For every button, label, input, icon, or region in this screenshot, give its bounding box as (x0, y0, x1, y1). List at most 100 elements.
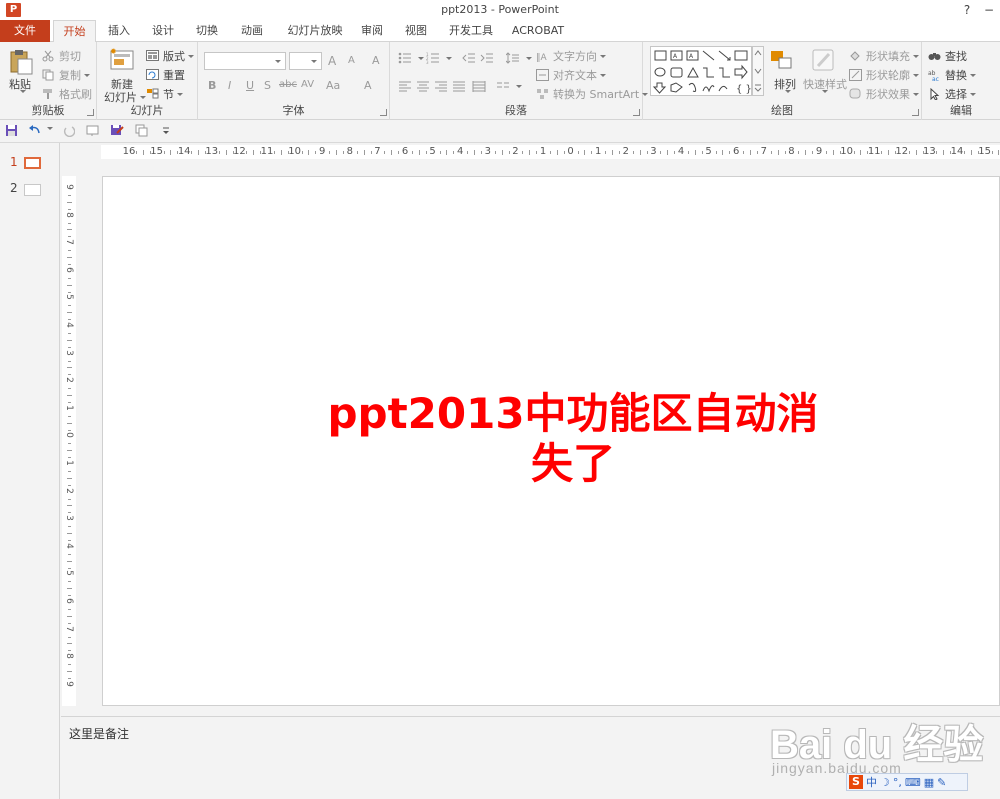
paintbrush-icon (42, 88, 56, 100)
shapes-gallery-scroll[interactable] (752, 46, 764, 96)
align-text-button[interactable]: 对齐文本 (536, 67, 606, 83)
arrange-dropdown[interactable] (782, 90, 791, 93)
columns-button[interactable] (496, 80, 522, 92)
tab-view[interactable]: 视图 (398, 20, 434, 42)
binoculars-icon (928, 50, 942, 62)
tab-home[interactable]: 开始 (53, 20, 96, 43)
shapes-gallery[interactable]: A A { } (650, 46, 752, 96)
ime-mode[interactable]: 中 (866, 774, 877, 790)
keyboard-icon[interactable]: ⌨ (905, 776, 921, 789)
tab-insert[interactable]: 插入 (100, 20, 138, 42)
tab-design[interactable]: 设计 (144, 20, 182, 42)
tab-slideshow[interactable]: 幻灯片放映 (280, 20, 350, 42)
grow-font-button[interactable]: A (328, 54, 336, 68)
punctuation-icon[interactable]: °, (893, 776, 902, 789)
align-center-icon (416, 80, 430, 92)
tab-acrobat[interactable]: ACROBAT (506, 20, 570, 42)
justify-button[interactable] (452, 80, 469, 92)
distribute-button[interactable] (472, 80, 489, 92)
slide-title-textbox[interactable]: ppt2013中功能区自动消 失了 (293, 389, 853, 489)
select-button[interactable]: 选择 (928, 86, 976, 102)
font-name-combo[interactable] (204, 52, 286, 70)
numbering-button[interactable]: 123 (426, 52, 452, 65)
thumbnail-slide-2[interactable] (24, 184, 41, 196)
format-painter-button[interactable]: 格式刷 (42, 86, 92, 102)
shape-effects-button[interactable]: 形状效果 (849, 86, 919, 102)
strikethrough-button[interactable]: abc (279, 79, 297, 90)
underline-button[interactable]: U (246, 79, 254, 92)
italic-button[interactable]: I (228, 79, 231, 92)
slideshow-from-start-icon[interactable] (86, 124, 100, 140)
copy-slide-icon[interactable] (135, 124, 149, 140)
clear-format-button[interactable]: A (372, 54, 380, 67)
tab-review[interactable]: 审阅 (354, 20, 390, 42)
skin-icon[interactable]: ▦ (924, 776, 934, 789)
replace-button[interactable]: ab ac 替换 (928, 67, 976, 83)
drawing-launcher-icon[interactable] (912, 109, 919, 116)
moon-icon[interactable]: ☽ (880, 776, 890, 789)
svg-text:A: A (673, 53, 678, 60)
slide-canvas[interactable]: ppt2013中功能区自动消 失了 (102, 176, 1000, 706)
layout-button[interactable]: 版式 (146, 48, 194, 64)
hruler-number: 0 (567, 146, 574, 157)
undo-icon[interactable] (28, 124, 41, 140)
effects-icon (849, 88, 863, 100)
tab-transitions[interactable]: 切换 (188, 20, 226, 42)
minimize-button[interactable]: − (978, 3, 1000, 17)
paragraph-launcher-icon[interactable] (633, 109, 640, 116)
copy-button[interactable]: 复制 (42, 67, 90, 83)
tab-file[interactable]: 文件 (0, 20, 50, 42)
vruler-number: 7 (64, 239, 74, 246)
arrange-icon (770, 50, 794, 72)
line-spacing-button[interactable] (505, 52, 532, 64)
change-case-button[interactable]: Aa (326, 79, 340, 92)
vertical-ruler[interactable]: 9 8 7 6 5 4 3 2 1 0 1 2 3 4 5 6 7 8 9 (62, 176, 76, 706)
font-group: A A A B I U S abc AV Aa A 字体 (198, 42, 390, 120)
customize-qat-icon[interactable] (162, 124, 170, 140)
increase-indent-button[interactable] (480, 52, 497, 64)
vruler-tick (67, 478, 72, 479)
thumbnail-slide-1[interactable] (24, 157, 41, 169)
shape-fill-button[interactable]: 形状填充 (849, 48, 919, 64)
align-left-button[interactable] (398, 80, 415, 92)
line-spacing-icon (505, 52, 520, 64)
svg-text:A: A (689, 53, 694, 60)
vruler-tick (67, 395, 72, 396)
bold-button[interactable]: B (208, 79, 216, 92)
find-button[interactable]: 查找 (928, 48, 967, 64)
ime-toolbar[interactable]: S 中 ☽ °, ⌨ ▦ ✎ (846, 773, 968, 791)
reset-button[interactable]: 重置 (146, 67, 185, 83)
shape-outline-button[interactable]: 形状轮廓 (849, 67, 919, 83)
clipboard-launcher-icon[interactable] (87, 109, 94, 116)
paste-dropdown[interactable] (17, 90, 26, 93)
save-as-icon[interactable] (110, 124, 124, 140)
quick-styles-dropdown[interactable] (819, 90, 828, 93)
hruler-tick (964, 151, 965, 154)
redo-icon[interactable] (62, 124, 76, 140)
window-controls: ? − (956, 0, 1000, 20)
convert-smartart-button[interactable]: 转换为 SmartArt (536, 86, 649, 102)
font-size-combo[interactable] (289, 52, 322, 70)
thumbnail-1-number: 1 (10, 155, 18, 169)
baidu-watermark: Bai du 经验 jingyan.baidu.com (770, 712, 995, 782)
save-icon[interactable] (5, 124, 18, 140)
hruler-tick (998, 150, 999, 155)
horizontal-ruler[interactable]: 16 15 14 13 12 11 10 9 8 7 6 5 4 3 2 1 0 1 2 3 4 5 6 7 8 9 10 11 12 1… (101, 145, 1000, 159)
cut-button[interactable]: 剪切 (42, 48, 81, 64)
font-launcher-icon[interactable] (380, 109, 387, 116)
help-button[interactable]: ? (956, 3, 978, 17)
align-center-button[interactable] (416, 80, 433, 92)
align-right-button[interactable] (434, 80, 451, 92)
shadow-button[interactable]: S (264, 79, 271, 92)
tab-animations[interactable]: 动画 (232, 20, 272, 42)
tools-icon[interactable]: ✎ (937, 776, 946, 789)
shrink-font-button[interactable]: A (348, 55, 355, 66)
bullets-button[interactable] (398, 52, 424, 64)
decrease-indent-button[interactable] (462, 52, 479, 64)
font-color-button[interactable]: A (364, 79, 372, 92)
section-button[interactable]: 节 (146, 86, 183, 102)
char-spacing-button[interactable]: AV (301, 79, 314, 90)
tab-developer[interactable]: 开发工具 (444, 20, 498, 42)
text-direction-button[interactable]: ‖A 文字方向 (536, 48, 606, 64)
vruler-number: 1 (64, 460, 74, 466)
